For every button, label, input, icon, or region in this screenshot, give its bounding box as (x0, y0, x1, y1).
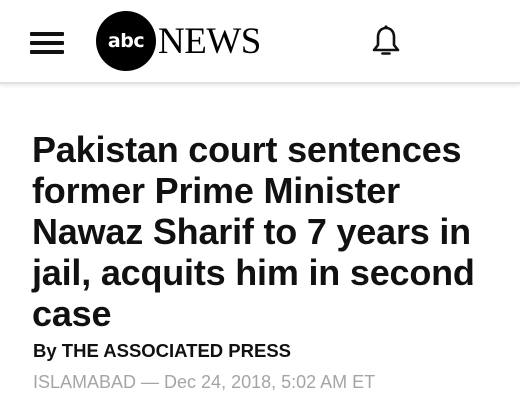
news-wordmark: NEWS (158, 20, 261, 62)
menu-bar-line (30, 32, 64, 36)
article-dateline: ISLAMABAD — Dec 24, 2018, 5:02 AM ET (33, 372, 376, 392)
top-navigation-bar: abc NEWS (0, 0, 520, 84)
menu-bar-line (30, 50, 64, 54)
article-page: abc NEWS Pakistan court sentences former… (0, 0, 520, 402)
abc-logo-circle: abc (96, 11, 156, 71)
abc-news-logo[interactable]: abc NEWS (96, 11, 261, 71)
bell-icon-graphic (372, 25, 400, 55)
article-byline: By THE ASSOCIATED PRESS (33, 340, 292, 361)
hamburger-menu-icon[interactable] (30, 26, 66, 58)
article-headline: Pakistan court sentences former Prime Mi… (32, 129, 475, 334)
bell-icon[interactable] (370, 24, 402, 58)
menu-bar-line (30, 41, 64, 45)
